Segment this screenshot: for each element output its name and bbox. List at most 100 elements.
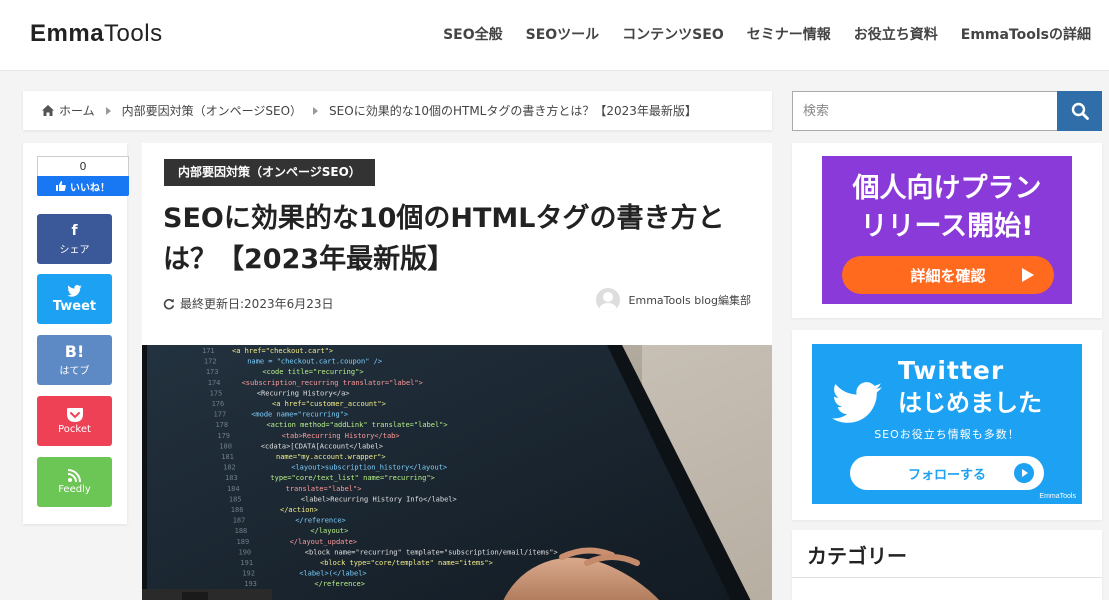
- code-line-number: 182: [223, 464, 236, 472]
- nav-seo-general[interactable]: SEO全般: [443, 24, 503, 44]
- code-line-number: 191: [240, 559, 253, 567]
- code-line-number: 174: [208, 379, 221, 387]
- code-line-number: 175: [210, 389, 223, 397]
- twitter-bird-icon: [67, 284, 82, 297]
- code-line-number: 193: [244, 580, 257, 588]
- laptop-code-photo: 171 <a href="checkout.cart"> 172 name = "ch…: [142, 345, 772, 600]
- code-line-number: 186: [231, 506, 244, 514]
- follow-label: フォローする: [907, 467, 986, 483]
- code-line: </action>: [280, 506, 318, 514]
- category-widget: カテゴリー: [792, 530, 1102, 600]
- banner-brand-mark: EmmaTools: [1039, 493, 1076, 500]
- code-line-number: 171: [202, 347, 215, 355]
- thumbs-up-icon: [56, 181, 66, 191]
- facebook-like-widget[interactable]: 0 いいね！: [37, 156, 129, 196]
- search-input[interactable]: [792, 91, 1057, 131]
- plan-banner-line2: リリース開始!: [860, 211, 1034, 242]
- code-line: <tab>Recurring History</tab>: [282, 432, 400, 440]
- feedly-button[interactable]: Feedly: [37, 457, 112, 507]
- twitter-share-button[interactable]: Tweet: [37, 274, 112, 324]
- avatar: [595, 288, 620, 312]
- twitter-banner-line1: Twitter: [898, 356, 1005, 385]
- twitter-banner-line2: はじめました: [898, 389, 1042, 417]
- hatena-icon: B!: [64, 341, 85, 361]
- code-line-number: 180: [219, 442, 232, 450]
- plan-details-label: 詳細を確認: [910, 266, 986, 285]
- home-icon: [42, 105, 54, 116]
- breadcrumb: ホーム 内部要因対策（オンページSEO） SEOに効果的な10個のHTMLタグの…: [23, 91, 772, 130]
- code-line: <mode name="recurring">: [251, 411, 348, 419]
- code-line-number: 183: [225, 474, 238, 482]
- like-label: いいね！: [70, 182, 110, 194]
- follow-button[interactable]: フォローする: [850, 456, 1044, 490]
- twitter-banner[interactable]: Twitter はじめました SEOお役立ち情報も多数！ フォローする Emma…: [812, 344, 1082, 504]
- code-line: name = "checkout.cart.coupon" />: [247, 358, 382, 366]
- hatena-bookmark-button[interactable]: B! はてブ: [37, 335, 112, 385]
- code-line: </layout_update>: [290, 538, 357, 546]
- code-line: </reference>: [295, 517, 346, 525]
- code-line: type="core/text_list" name="recurring">: [270, 474, 434, 482]
- code-line: <label>Recurring History Info</label>: [301, 495, 457, 503]
- site-header: EmmaTools SEO全般 SEOツール コンテンツSEO セミナー情報 お…: [0, 0, 1109, 71]
- nav-seo-tools[interactable]: SEOツール: [526, 24, 600, 44]
- plan-details-button[interactable]: 詳細を確認: [842, 256, 1054, 294]
- personal-plan-banner[interactable]: 個人向けプラン リリース開始! 詳細を確認: [822, 156, 1072, 304]
- code-line-number: 190: [238, 548, 251, 556]
- nav-seminar[interactable]: セミナー情報: [747, 24, 831, 44]
- facebook-share-button[interactable]: f シェア: [37, 214, 112, 264]
- logo-tools: Tools: [104, 20, 163, 47]
- facebook-icon: f: [71, 222, 78, 239]
- code-line-number: 189: [237, 538, 250, 546]
- global-nav: SEO全般 SEOツール コンテンツSEO セミナー情報 お役立ち資料 Emma…: [443, 24, 1091, 44]
- code-line: <layout>subscription_history</layout>: [291, 464, 447, 472]
- logo-emma: Emma: [30, 20, 105, 47]
- code-line-number: 181: [221, 453, 234, 461]
- code-line: name="my.account.wrapper">: [276, 453, 386, 461]
- breadcrumb-category[interactable]: 内部要因対策（オンページSEO）: [122, 102, 302, 119]
- twitter-banner-widget: Twitter はじめました SEOお役立ち情報も多数！ フォローする Emma…: [792, 330, 1102, 520]
- refresh-icon: [163, 298, 175, 309]
- code-line: </reference>: [314, 580, 365, 588]
- breadcrumb-current: SEOに効果的な10個のHTMLタグの書き方とは？【2023年最新版】: [329, 104, 697, 118]
- twitter-bird-icon: [832, 382, 882, 423]
- site-logo[interactable]: EmmaTools: [30, 20, 163, 48]
- breadcrumb-separator-icon: [313, 106, 319, 115]
- widget-title-divider: [792, 577, 1102, 578]
- code-line: <action method="addLink" translate="labe…: [266, 421, 447, 429]
- like-button[interactable]: いいね！: [37, 176, 129, 196]
- code-line: <Recurring History</a>: [257, 389, 350, 397]
- search-icon: [1071, 102, 1089, 120]
- twitter-banner-subtext: SEOお役立ち情報も多数！: [874, 428, 1020, 441]
- feedly-label: Feedly: [58, 484, 91, 495]
- code-line: <a href="customer_account">: [272, 400, 386, 408]
- code-line-number: 173: [206, 368, 219, 376]
- plan-banner-line1: 個人向けプラン: [852, 173, 1042, 204]
- article-title: SEOに効果的な10個のHTMLタグの書き方とは？【2023年最新版】: [163, 203, 725, 275]
- breadcrumb-home[interactable]: ホーム: [59, 102, 95, 119]
- play-arrow-icon: [1022, 268, 1034, 282]
- pocket-icon: [66, 407, 83, 422]
- hatena-label: はてブ: [59, 365, 90, 377]
- code-line: <block type="core/template" name="items"…: [320, 559, 493, 567]
- search-button[interactable]: [1057, 91, 1102, 131]
- nav-about-emmatools[interactable]: EmmaToolsの詳細: [961, 24, 1091, 44]
- nav-content-seo[interactable]: コンテンツSEO: [622, 24, 724, 44]
- rss-icon: [68, 469, 81, 482]
- code-line-number: 178: [215, 421, 228, 429]
- code-line: <a href="checkout.cart">: [232, 347, 333, 355]
- play-circle-icon: [1014, 463, 1034, 483]
- code-line-number: 192: [242, 570, 255, 578]
- pocket-button[interactable]: Pocket: [37, 396, 112, 446]
- nav-resources[interactable]: お役立ち資料: [854, 24, 938, 44]
- code-line: <code title="recurring">: [262, 368, 363, 376]
- author-name: EmmaTools blog編集部: [628, 294, 751, 307]
- code-line: <subscription_recurring translator="labe…: [242, 379, 423, 387]
- code-line-number: 177: [214, 411, 227, 419]
- code-line-number: 184: [227, 485, 240, 493]
- plan-banner-heading: 個人向けプラン リリース開始!: [822, 170, 1072, 246]
- author[interactable]: EmmaTools blog編集部: [595, 288, 751, 312]
- code-line: translate="label">: [286, 485, 362, 493]
- article-category-label[interactable]: 内部要因対策（オンページSEO）: [164, 159, 375, 186]
- facebook-share-label: シェア: [59, 244, 90, 256]
- breadcrumb-separator-icon: [105, 106, 111, 115]
